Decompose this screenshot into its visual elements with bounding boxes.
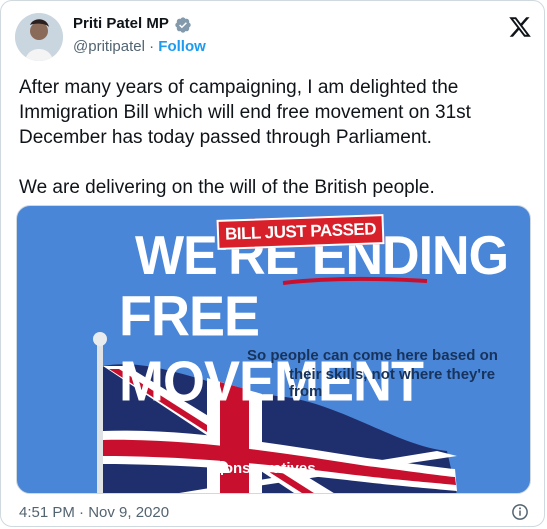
media-subtitle-line1: So people can come here based on xyxy=(247,347,498,364)
author-handle[interactable]: @pritipatel xyxy=(73,38,145,55)
follow-button[interactable]: Follow xyxy=(158,38,206,55)
avatar[interactable] xyxy=(15,13,63,61)
tweet-media-image[interactable]: WE'RE ENDING BILL JUST PASSED FREE MOVEM… xyxy=(16,205,531,494)
handle-separator: · xyxy=(149,38,155,55)
author-name[interactable]: Priti Patel MP xyxy=(73,15,169,32)
tweet-timestamp[interactable]: 4:51 PM · Nov 9, 2020 xyxy=(19,504,169,521)
x-logo-icon[interactable] xyxy=(508,15,532,39)
conservatives-tree-icon xyxy=(214,461,230,475)
brand-label: Conservatives xyxy=(213,460,316,477)
info-icon[interactable] xyxy=(511,503,529,521)
media-badge: BILL JUST PASSED xyxy=(216,214,385,250)
tweet-text: After many years of campaigning, I am de… xyxy=(19,77,471,198)
handle-row: @pritipatel · Follow xyxy=(73,38,206,55)
media-subtitle-line2: their skills, not where they're from xyxy=(289,366,496,400)
tweet-card[interactable]: Priti Patel MP @pritipatel · Follow Afte… xyxy=(0,0,545,527)
verified-badge-icon xyxy=(175,17,191,33)
